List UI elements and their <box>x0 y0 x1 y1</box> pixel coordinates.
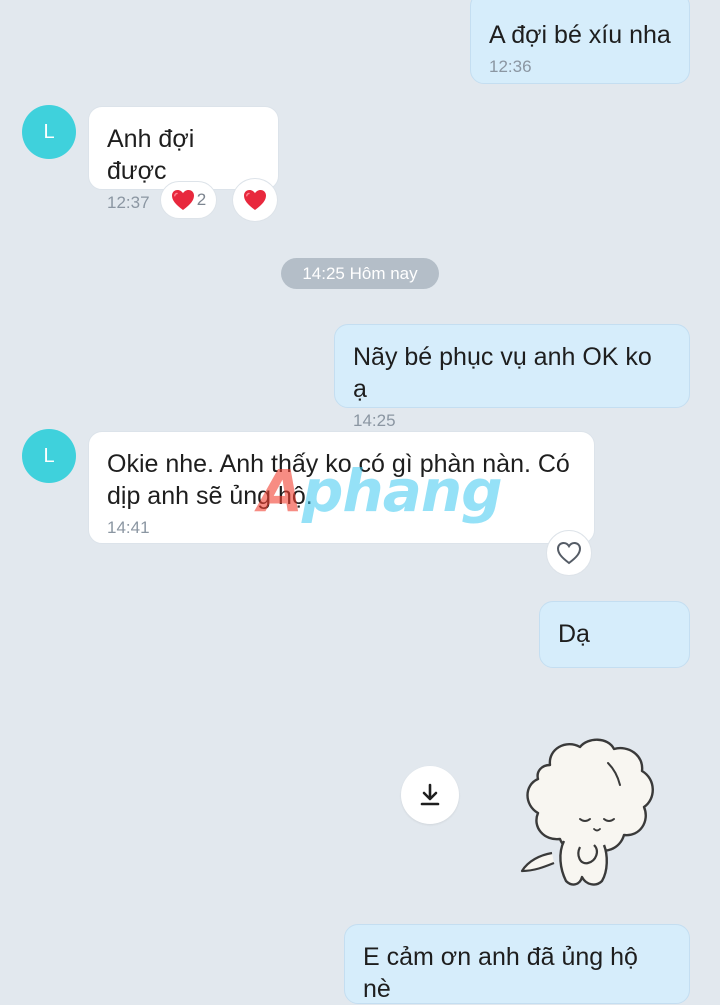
heart-outline-icon <box>556 541 582 565</box>
message-time: 14:25 <box>353 411 396 430</box>
avatar-letter: L <box>43 120 55 143</box>
outgoing-message-bubble[interactable]: Nãy bé phục vụ anh OK ko ạ 14:25 <box>334 324 690 430</box>
contact-avatar[interactable]: L <box>22 105 76 159</box>
message-text: Nãy bé phục vụ anh OK ko ạ <box>353 343 659 403</box>
watermark-logo: Aphang <box>258 457 503 525</box>
download-icon <box>420 783 440 806</box>
outgoing-message-bubble[interactable]: A đợi bé xíu nha 12:36 <box>470 0 690 84</box>
avatar-letter: L <box>43 444 55 467</box>
heart-icon <box>244 190 266 210</box>
message-text: Anh đợi được <box>107 125 202 185</box>
contact-avatar[interactable]: L <box>22 429 76 483</box>
outgoing-message-bubble[interactable]: Dạ <box>539 601 690 668</box>
sticker-image[interactable] <box>510 735 660 895</box>
like-button[interactable] <box>546 530 592 576</box>
message-text: E cảm ơn anh đã ủng hộ nè <box>363 943 645 1003</box>
date-separator: 14:25 Hôm nay <box>281 258 439 289</box>
message-time: 12:36 <box>489 57 532 76</box>
reaction-count: 2 <box>196 190 207 209</box>
message-text: A đợi bé xíu nha <box>489 21 671 49</box>
reaction-heart-count[interactable]: 2 <box>160 181 217 219</box>
message-text: Dạ <box>558 620 590 648</box>
heart-icon <box>171 190 194 210</box>
my-reaction-heart[interactable] <box>232 178 278 222</box>
outgoing-message-bubble[interactable]: E cảm ơn anh đã ủng hộ nè <box>344 924 690 1004</box>
download-button[interactable] <box>401 766 459 824</box>
